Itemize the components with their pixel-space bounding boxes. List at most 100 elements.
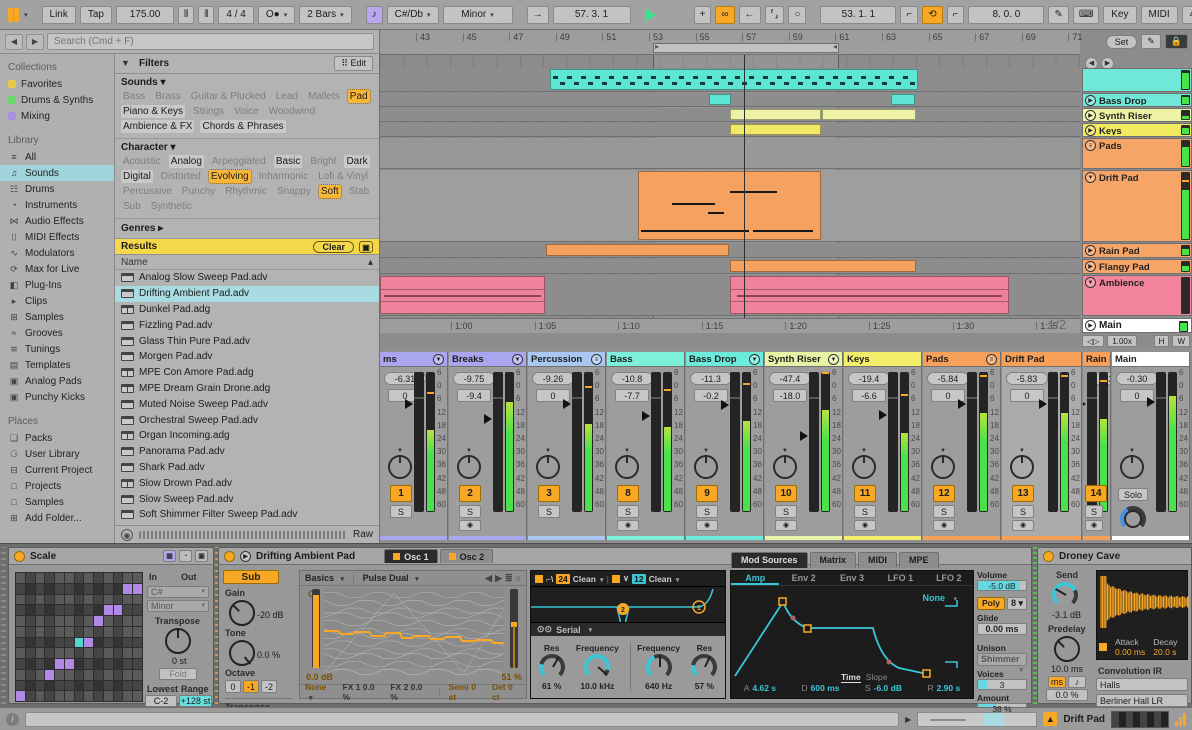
browser-file-row[interactable]: Shark Pad.adv	[115, 460, 379, 476]
browser-file-row[interactable]: Orchestral Sweep Pad.adv	[115, 412, 379, 428]
freq1-value[interactable]: 10.0 kHz	[580, 681, 614, 691]
sounds-filter-title[interactable]: Sounds ▾	[121, 77, 373, 88]
search-input[interactable]	[47, 33, 374, 50]
scale-grid-cell[interactable]	[123, 691, 132, 701]
ir-waveform-display[interactable]: Attack0.00 ms Decay20.0 s	[1096, 570, 1188, 660]
scale-grid-cell[interactable]	[75, 627, 84, 637]
volume-value[interactable]: -18.0	[773, 389, 807, 402]
sounds-tag-lead[interactable]: Lead	[274, 90, 300, 103]
save-filter-icon[interactable]: ▣	[359, 241, 373, 253]
scale-grid-cell[interactable]	[65, 627, 74, 637]
sidebar-item-tunings[interactable]: ≌Tunings	[0, 341, 114, 357]
track-lane-bass[interactable]	[380, 68, 1080, 92]
scale-grid-cell[interactable]	[16, 595, 25, 605]
fader-handle[interactable]	[721, 400, 729, 410]
tap-tempo-button[interactable]: Tap	[80, 6, 112, 24]
scale-grid-cell[interactable]	[65, 638, 74, 648]
fold-icon[interactable]: ▼	[749, 354, 760, 365]
scale-grid-cell[interactable]	[114, 691, 123, 701]
draw-mode-icon[interactable]: ✎	[1048, 6, 1068, 24]
scale-grid-cell[interactable]	[84, 670, 93, 680]
scale-grid-cell[interactable]	[65, 691, 74, 701]
solo-button[interactable]: S	[538, 505, 560, 518]
browser-file-row[interactable]: Analog Slow Sweep Pad.adv	[115, 270, 379, 286]
scale-grid-cell[interactable]	[84, 573, 93, 583]
track-number[interactable]: 3	[538, 485, 560, 502]
filter1-shape-icon[interactable]: ⌐\	[546, 574, 553, 584]
scale-grid-cell[interactable]	[36, 573, 45, 583]
edit-filters-button[interactable]: ⠿ Edit	[334, 56, 373, 71]
peak-level-value[interactable]: -11.3	[690, 372, 732, 385]
wt-hotswap-icon[interactable]: ○	[516, 573, 521, 584]
env-attack-value[interactable]: 4.62 s	[752, 683, 776, 693]
scale-grid-cell[interactable]	[94, 616, 103, 626]
scale-grid-cell[interactable]	[133, 627, 142, 637]
track-lane-keys[interactable]	[380, 123, 1080, 137]
scale-grid-cell[interactable]	[104, 638, 113, 648]
filter2-freq-knob[interactable]	[646, 654, 672, 680]
scale-grid-cell[interactable]	[36, 670, 45, 680]
scale-grid-cell[interactable]	[104, 573, 113, 583]
scale-grid-cell[interactable]	[55, 616, 64, 626]
scale-grid-cell[interactable]	[104, 616, 113, 626]
reverb-on-button[interactable]	[1043, 551, 1054, 562]
scale-hotswap-icon[interactable]: ◔	[179, 550, 192, 562]
scale-grid-cell[interactable]	[75, 691, 84, 701]
character-tag-bright[interactable]: Bright	[308, 155, 338, 168]
fader-handle[interactable]	[800, 431, 808, 441]
beat-time-ruler[interactable]: 434547495153555759616365676971	[380, 30, 1080, 55]
env-tab-env-[interactable]: Env 3	[828, 571, 876, 585]
scale-grid-cell[interactable]	[123, 595, 132, 605]
tab-osc2[interactable]: Osc 2	[440, 549, 494, 563]
volume-value[interactable]: -9.4	[457, 389, 491, 402]
group-icon[interactable]: ≡	[1085, 140, 1096, 151]
wt-table-chooser[interactable]: Pulse Dual ▾	[363, 573, 419, 583]
env-tab-env-[interactable]: Env 2	[779, 571, 827, 585]
device-chain-thumbnail[interactable]	[1111, 711, 1169, 728]
volume-fader[interactable]	[1048, 372, 1058, 512]
ir-category-chooser[interactable]: Halls	[1096, 678, 1188, 691]
mixer-track-title[interactable]: Keys	[844, 352, 921, 367]
sidebar-item-midi-effects[interactable]: ⌷MIDI Effects	[0, 229, 114, 245]
solo-button[interactable]: S	[854, 505, 876, 518]
monitor-button[interactable]: ◉	[459, 520, 481, 531]
character-tag-percussive[interactable]: Percussive	[121, 185, 174, 198]
scale-grid-cell[interactable]	[75, 681, 84, 691]
sidebar-item-audio-effects[interactable]: ⋈Audio Effects	[0, 213, 114, 229]
mixer-strip-synth-riser[interactable]: Synth Riser▼-47.4-18.0606121824303642486…	[765, 352, 843, 540]
fader-handle[interactable]	[563, 399, 571, 409]
scale-grid-cell[interactable]	[55, 638, 64, 648]
scale-grid-cell[interactable]	[133, 638, 142, 648]
scale-grid-cell[interactable]	[75, 584, 84, 594]
scale-transpose-value[interactable]: 0 st	[172, 656, 187, 666]
fader-handle[interactable]	[405, 399, 413, 409]
ir-file-chooser[interactable]: Berliner Hall LR	[1096, 694, 1188, 707]
mixer-track-title[interactable]: Pads≡	[923, 352, 1000, 367]
fader-handle[interactable]	[1039, 399, 1047, 409]
crossfader-knob[interactable]	[1120, 506, 1146, 532]
scale-grid-cell[interactable]	[104, 670, 113, 680]
sounds-tag-woodwind[interactable]: Woodwind	[267, 105, 318, 118]
fader-handle[interactable]	[1083, 399, 1086, 409]
peak-level-value[interactable]: -47.4	[769, 372, 811, 385]
mixer-strip-bass[interactable]: Bass-10.8-7.760612182430364248608S◉	[607, 352, 685, 540]
scale-grid-cell[interactable]	[94, 691, 103, 701]
scale-grid-cell[interactable]	[45, 691, 54, 701]
character-tag-soft[interactable]: Soft	[319, 185, 341, 198]
scale-grid-cell[interactable]	[104, 681, 113, 691]
punch-in-icon[interactable]: ⌐	[900, 6, 918, 24]
volume-fader[interactable]	[1156, 372, 1166, 512]
track-header-flangy-pad[interactable]: ▶Flangy Pad	[1082, 259, 1192, 274]
track-lane-bass-drop[interactable]	[380, 93, 1080, 107]
pan-knob[interactable]	[1010, 455, 1034, 479]
res2-value[interactable]: 57 %	[695, 681, 714, 691]
sidebar-item-punchy-kicks[interactable]: ▣Punchy Kicks	[0, 389, 114, 405]
scale-grid-cell[interactable]	[104, 627, 113, 637]
scale-grid-cell[interactable]	[104, 584, 113, 594]
wavetable-position-slider[interactable]	[510, 589, 518, 668]
scale-grid-cell[interactable]	[26, 573, 35, 583]
arrangement-clip[interactable]	[709, 94, 731, 105]
scale-grid-cell[interactable]	[123, 627, 132, 637]
browser-file-row[interactable]: Organ Incoming.adg	[115, 428, 379, 444]
browser-back-button[interactable]: ◀	[5, 34, 23, 50]
